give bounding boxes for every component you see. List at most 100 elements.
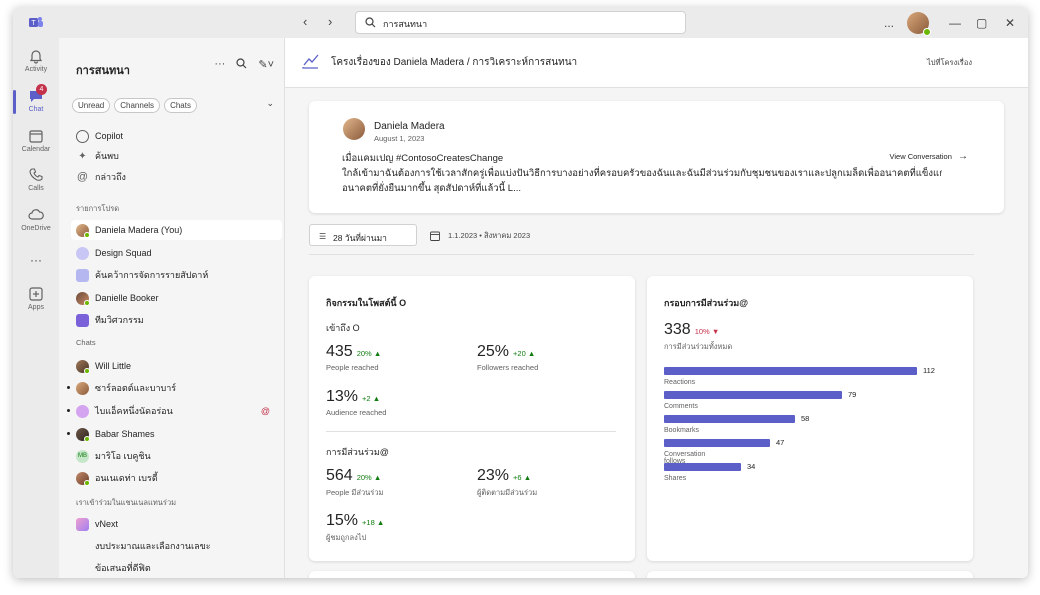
avatar	[76, 359, 90, 374]
avatar	[76, 427, 90, 442]
post-card: Daniela Madera August 1, 2023 View Conve…	[309, 101, 1004, 213]
minimize-button[interactable]: —	[949, 16, 961, 30]
avatar	[76, 471, 90, 486]
new-chat-icon[interactable]: ✎˅	[258, 58, 274, 71]
teams-logo-icon: T	[29, 17, 43, 27]
post-author: Daniela Madera	[374, 121, 445, 132]
profile-avatar[interactable]	[907, 11, 931, 36]
favorites-section-label: รายการโปรด	[76, 204, 120, 213]
calendar-icon	[29, 130, 43, 143]
sidebar-item-engineering[interactable]: ทีมวิศวกรรม	[76, 310, 282, 330]
divider	[326, 431, 616, 432]
sidebar-item-charlotte[interactable]: ซาร์ลอตต์และบาบาร์	[76, 378, 282, 398]
metric-delta-value: 10%	[694, 327, 710, 336]
filter-row: ☰ 28 วันที่ผ่านมา 1.1.2023 • สิงหาคม 202…	[309, 224, 974, 248]
profile-area	[907, 7, 931, 38]
search-input[interactable]: การสนทนา	[355, 11, 686, 34]
bell-icon	[29, 50, 43, 64]
sidebar-item-will[interactable]: Will Little	[76, 356, 282, 376]
sidebar-item-label: Will Little	[95, 361, 132, 371]
go-to-storyline-link[interactable]: ไปที่โครงเรื่อง	[927, 57, 972, 69]
metric-value: 13%	[326, 388, 359, 405]
sidebar-item-babar[interactable]: Babar Shames	[76, 424, 282, 444]
down-arrow-icon: ▼	[711, 327, 720, 336]
sidebar-item-label: Copilot	[95, 131, 124, 141]
date-filter-label: 28 วันที่ผ่านมา	[333, 233, 387, 243]
sidebar-channel-budget[interactable]: งบประมาณและเลือกงานเลขะ	[76, 536, 282, 556]
sidebar-item-label: ค้นพบ	[95, 151, 119, 161]
sidebar-item-vnext[interactable]: vNext	[76, 514, 282, 534]
sidebar-item-mentions[interactable]: @ กล่าวถึง	[76, 167, 282, 187]
close-button[interactable]: ✕	[1005, 16, 1015, 30]
sidebar-item-label: Babar Shames	[95, 429, 155, 439]
filter-search-icon[interactable]	[236, 58, 247, 69]
back-arrow-icon[interactable]: ‹	[303, 14, 307, 29]
phone-icon	[29, 168, 43, 181]
more-options-button[interactable]: ...	[884, 16, 894, 30]
sidebar-item-discover[interactable]: ✦ ค้นพบ	[76, 146, 282, 166]
page-title: โครงเรื่องของ Daniela Madera / การวิเครา…	[331, 57, 578, 68]
metric-delta: +18 ▲	[362, 518, 384, 527]
sidebar-actions: ··· ✎˅	[214, 58, 274, 71]
chevron-down-icon[interactable]: ⌄	[266, 98, 274, 109]
date-filter-dropdown[interactable]: ☰ 28 วันที่ผ่านมา	[309, 224, 417, 246]
sidebar-item-design-squad[interactable]: Design Squad	[76, 243, 282, 263]
sidebar-item-danielle[interactable]: Danielle Booker	[76, 288, 282, 308]
maximize-button[interactable]: ▢	[976, 16, 987, 30]
unread-dot	[67, 409, 70, 412]
metric-delta-value: +6	[513, 473, 522, 482]
sidebar-item-copilot[interactable]: Copilot	[76, 126, 282, 146]
sidebar-item-anne[interactable]: อนเนเดท่า เบรดี้	[76, 468, 282, 488]
sidebar-item-weekly[interactable]: ค้นคว้าการจัดการรายสัปดาห์	[76, 265, 282, 285]
divider	[309, 254, 974, 255]
minimize-area: —	[949, 7, 961, 38]
sidebar-more-icon[interactable]: ···	[214, 58, 225, 71]
engagement-breakdown-card: กรอบการมีส่วนร่วม@ 338 10% ▼ การมีส่วนร่ว…	[647, 276, 973, 561]
metric-total-engagement: 338 10% ▼ การมีส่วนร่วมทั้งหมด	[664, 321, 732, 353]
engagement-bar	[664, 415, 795, 423]
metric-value: 23%	[477, 467, 510, 484]
chip-chats[interactable]: Chats	[164, 98, 197, 113]
chip-unread[interactable]: Unread	[72, 98, 111, 113]
sidebar-channel-proposals[interactable]: ข้อเสนอที่ดีฟิต	[76, 558, 282, 578]
sidebar-item-label: อนเนเดท่า เบรดี้	[95, 473, 158, 483]
main-header: โครงเรื่องของ Daniela Madera / การวิเครา…	[285, 38, 1028, 88]
post-body: เมื่อแคมเปญ #ContosoCreatesChange ใกล้เข…	[342, 151, 942, 196]
rail-item-onedrive[interactable]: OneDrive	[13, 207, 59, 232]
next-card-right	[647, 571, 973, 578]
up-arrow-icon: ▲	[373, 349, 382, 358]
close-area: ✕	[1005, 7, 1015, 38]
presence-indicator	[84, 479, 90, 486]
rail-item-activity[interactable]: Activity	[13, 48, 59, 73]
calendar-group-icon	[76, 268, 89, 282]
bar-label: Shares	[664, 475, 687, 482]
forward-arrow-icon[interactable]: ›	[328, 14, 332, 29]
rail-item-calls[interactable]: Calls	[13, 167, 59, 192]
sidebar-item-group-chat[interactable]: ไบแอ็คหนึ่งนัดอร่อน @	[76, 401, 282, 421]
bar-value: 58	[801, 414, 810, 423]
metric-delta: 20% ▲	[357, 473, 382, 482]
metric-delta: +20 ▲	[513, 349, 535, 358]
metric-label: การมีส่วนร่วมทั้งหมด	[664, 342, 733, 351]
metric-value: 564	[326, 467, 353, 484]
sidebar-item-mario[interactable]: MB มาริโอ เบคูชิน	[76, 446, 282, 466]
sidebar-item-label: Danielle Booker	[95, 293, 159, 303]
post-line: เมื่อแคมเปญ #ContosoCreatesChange	[342, 153, 504, 164]
rail-label-chat: Chat	[28, 106, 44, 113]
rail-more-button[interactable]: ···	[13, 253, 59, 267]
metric-delta-value: 20%	[356, 473, 372, 482]
metric-delta: +6 ▲	[513, 473, 531, 482]
sidebar-item-daniela[interactable]: Daniela Madera (You)	[71, 220, 282, 240]
more-icon: ···	[30, 253, 42, 267]
metric-label: People reached	[326, 363, 379, 372]
rail-item-apps[interactable]: Apps	[13, 286, 59, 311]
rail-label-onedrive: OneDrive	[21, 225, 51, 232]
rail-item-calendar[interactable]: Calendar	[13, 128, 59, 153]
metric-label: Audience reached	[326, 408, 387, 417]
metric-delta: 20% ▲	[357, 349, 382, 358]
rail-item-chat[interactable]: 4 Chat	[13, 84, 59, 114]
svg-text:T: T	[31, 20, 36, 27]
chip-channels[interactable]: Channels	[114, 98, 161, 113]
up-arrow-icon: ▲	[372, 394, 381, 403]
bar-label: Bookmarks	[664, 427, 700, 434]
